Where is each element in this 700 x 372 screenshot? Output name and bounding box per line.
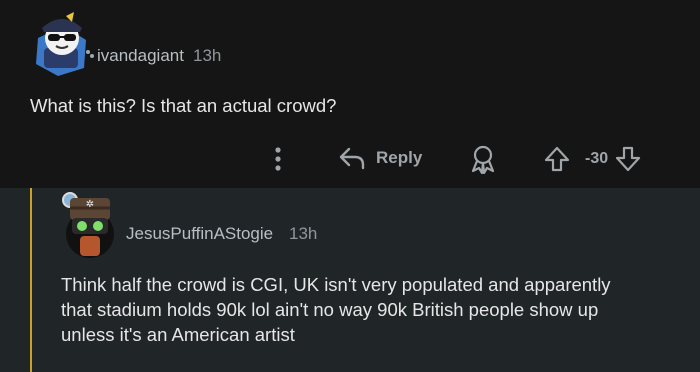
vote-controls: -30 <box>543 145 642 173</box>
reply-button[interactable]: Reply <box>338 145 422 171</box>
vertical-ellipsis-icon <box>272 146 284 172</box>
username[interactable]: JesusPuffinAStogie <box>126 224 273 244</box>
reply-label: Reply <box>376 148 423 167</box>
comment-body-line: that stadium holds 90k lol ain't no way … <box>61 299 599 320</box>
comment-body: Think half the crowd is CGI, UK isn't ve… <box>61 272 611 347</box>
downvote-icon[interactable] <box>614 145 642 173</box>
reply-arrow-icon <box>338 145 366 171</box>
avatar[interactable] <box>28 8 94 78</box>
vote-score: -30 <box>585 150 609 167</box>
timestamp: 13h <box>289 224 318 243</box>
more-options-button[interactable] <box>272 146 284 172</box>
comment-body: What is this? Is that an actual crowd? <box>30 95 337 116</box>
avatar[interactable]: ✲ <box>60 188 118 260</box>
upvote-icon[interactable] <box>543 145 571 173</box>
award-icon <box>469 144 497 174</box>
comment-body-line: unless it's an American artist <box>61 324 295 345</box>
award-button[interactable] <box>469 144 497 174</box>
thread-indent-line[interactable] <box>30 188 32 372</box>
comment-body-line: Think half the crowd is CGI, UK isn't ve… <box>61 274 611 295</box>
username[interactable]: ivandagiant <box>97 46 184 66</box>
svg-text:✲: ✲ <box>86 199 94 210</box>
timestamp: 13h <box>193 46 222 65</box>
comment-ivandagiant: ivandagiant 13h What is this? Is that an… <box>0 0 700 188</box>
